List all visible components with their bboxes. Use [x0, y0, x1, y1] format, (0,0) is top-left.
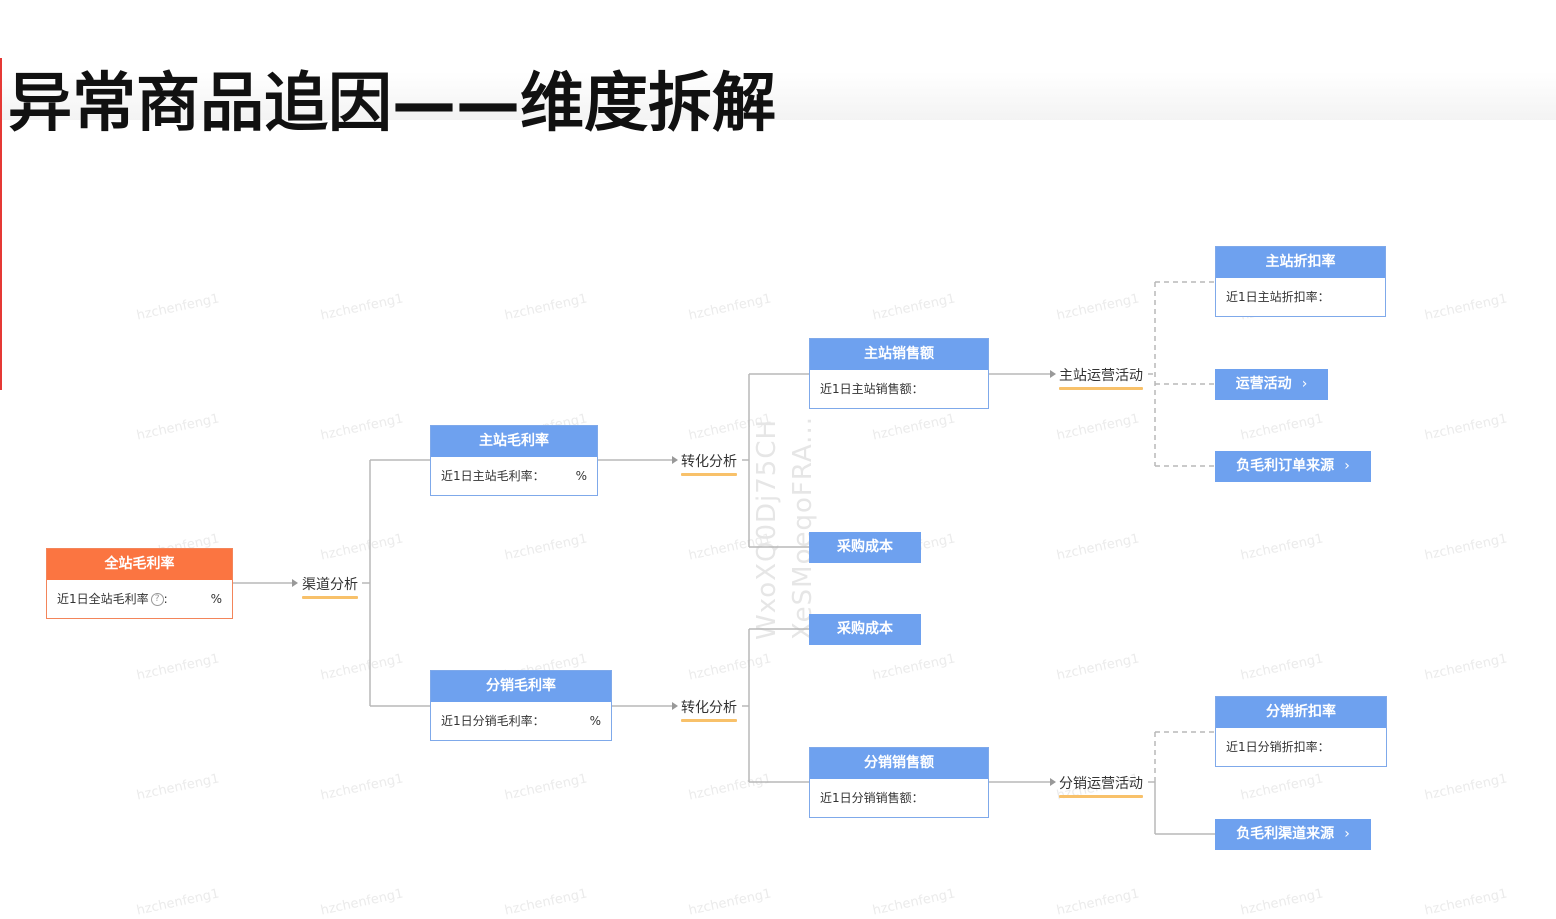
tag-underline	[1059, 387, 1143, 390]
ops-activity-button[interactable]: 运营活动 ›	[1215, 369, 1328, 400]
neg-margin-orders-button[interactable]: 负毛利订单来源 ›	[1215, 451, 1371, 482]
tag-label: 主站运营活动	[1059, 368, 1143, 384]
purchase-cost-button[interactable]: 采购成本	[809, 614, 921, 645]
chevron-right-icon: ›	[1301, 376, 1308, 392]
node-body: 近1日分销销售额：	[810, 779, 988, 817]
button-label: 负毛利渠道来源	[1236, 826, 1335, 842]
node-body: 近1日全站毛利率?: %	[47, 580, 232, 618]
metric-label: 近1日主站折扣率：	[1226, 290, 1330, 304]
metric-label: 近1日分销折扣率：	[1226, 740, 1330, 754]
tag-underline	[681, 473, 737, 476]
node-title: 分销销售额	[810, 748, 988, 779]
chevron-right-icon: ›	[1344, 826, 1350, 842]
metric-label: 近1日主站销售额：	[820, 382, 924, 396]
node-body: 近1日主站折扣率：	[1216, 278, 1385, 316]
tag-conversion-analysis[interactable]: 转化分析	[681, 451, 737, 476]
node-dist-margin[interactable]: 分销毛利率 近1日分销毛利率： %	[430, 670, 612, 741]
node-body: 近1日分销毛利率： %	[431, 702, 611, 740]
button-label: 负毛利订单来源	[1236, 458, 1335, 474]
node-dist-discount[interactable]: 分销折扣率 近1日分销折扣率：	[1215, 696, 1387, 767]
tag-label: 渠道分析	[302, 577, 358, 593]
tag-label: 分销运营活动	[1059, 776, 1143, 792]
node-title: 主站销售额	[810, 339, 988, 370]
node-site-margin[interactable]: 全站毛利率 近1日全站毛利率?: %	[46, 548, 233, 619]
help-icon[interactable]: ?	[150, 593, 164, 606]
node-body: 近1日主站毛利率： %	[431, 457, 597, 495]
metric-unit: %	[589, 714, 601, 728]
node-title: 主站毛利率	[431, 426, 597, 457]
tag-dist-ops-activity[interactable]: 分销运营活动	[1059, 773, 1143, 798]
metric-label: 近1日分销毛利率：	[441, 714, 545, 728]
metric-label: 近1日主站毛利率：	[441, 469, 545, 483]
tag-underline	[681, 719, 737, 722]
button-label: 运营活动	[1235, 376, 1292, 392]
node-title: 分销毛利率	[431, 671, 611, 702]
tag-underline	[1059, 795, 1143, 798]
tag-channel-analysis[interactable]: 渠道分析	[302, 574, 358, 599]
tag-label: 转化分析	[681, 700, 737, 716]
metric-unit: %	[210, 592, 222, 606]
tag-main-ops-activity[interactable]: 主站运营活动	[1059, 365, 1143, 390]
node-body: 近1日主站销售额：	[810, 370, 988, 408]
node-title: 全站毛利率	[47, 549, 232, 580]
metric-label: 近1日分销销售额：	[820, 791, 924, 805]
node-main-sales[interactable]: 主站销售额 近1日主站销售额：	[809, 338, 989, 409]
metric-unit: %	[575, 469, 587, 483]
node-main-discount[interactable]: 主站折扣率 近1日主站折扣率：	[1215, 246, 1386, 317]
chevron-right-icon: ›	[1344, 458, 1350, 474]
purchase-cost-button[interactable]: 采购成本	[809, 532, 921, 563]
tag-conversion-analysis[interactable]: 转化分析	[681, 697, 737, 722]
node-dist-sales[interactable]: 分销销售额 近1日分销销售额：	[809, 747, 989, 818]
metric-label: 近1日全站毛利率	[57, 592, 149, 606]
node-title: 主站折扣率	[1216, 247, 1385, 278]
tag-label: 转化分析	[681, 454, 737, 470]
node-main-margin[interactable]: 主站毛利率 近1日主站毛利率： %	[430, 425, 598, 496]
tag-underline	[302, 596, 358, 599]
node-body: 近1日分销折扣率：	[1216, 728, 1386, 766]
node-title: 分销折扣率	[1216, 697, 1386, 728]
colon: :	[163, 592, 168, 606]
neg-margin-channels-button[interactable]: 负毛利渠道来源 ›	[1215, 819, 1371, 850]
